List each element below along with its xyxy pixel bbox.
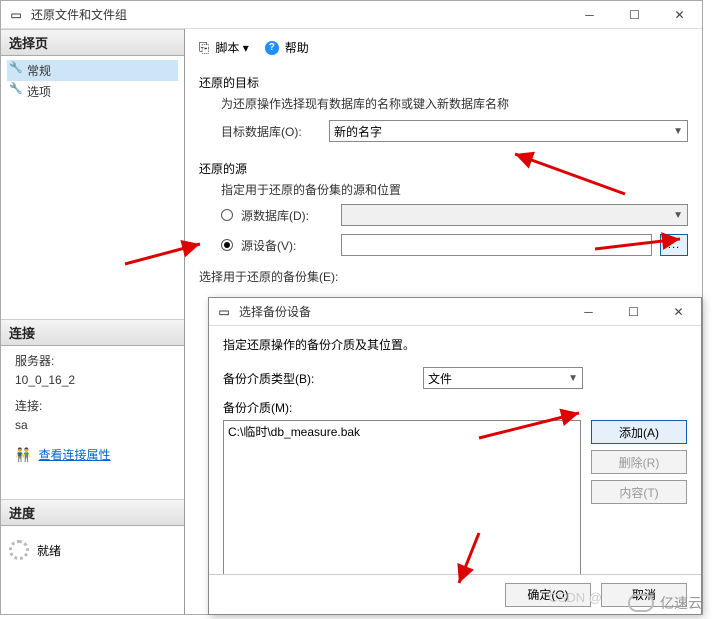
- content-button: 内容(T): [591, 480, 687, 504]
- dest-db-label: 目标数据库(O):: [221, 123, 321, 140]
- src-db-radio[interactable]: [221, 209, 233, 221]
- select-backup-device-dialog: ▭ 选择备份设备 ─ ☐ ✕ 指定还原操作的备份介质及其位置。 备份介质类型(B…: [208, 297, 702, 615]
- media-listbox[interactable]: C:\临时\db_measure.bak: [223, 420, 581, 574]
- close-button[interactable]: ✕: [657, 2, 702, 28]
- connection-value: sa: [7, 416, 178, 434]
- help-icon: ?: [265, 41, 279, 55]
- main-titlebar[interactable]: ▭ 还原文件和文件组 ─ ☐ ✕: [1, 1, 702, 29]
- brand-watermark: 亿速云: [628, 593, 702, 613]
- cloud-icon: [628, 594, 654, 612]
- view-connection-props-link[interactable]: 查看连接属性: [39, 448, 111, 462]
- dest-db-combo[interactable]: 新的名字 ▼: [329, 120, 688, 142]
- sub-titlebar[interactable]: ▭ 选择备份设备 ─ ☐ ✕: [209, 298, 701, 326]
- script-dropdown[interactable]: 脚本 ▾: [215, 39, 248, 56]
- src-section-sub: 指定用于还原的备份集的源和位置: [221, 181, 688, 198]
- sub-minimize-button[interactable]: ─: [566, 299, 611, 325]
- dest-section-title: 还原的目标: [199, 74, 688, 91]
- src-device-radio[interactable]: [221, 239, 233, 251]
- sidebar-item-general[interactable]: 🔧常规: [7, 60, 178, 81]
- minimize-button[interactable]: ─: [567, 2, 612, 28]
- sidebar: 选择页 🔧常规 🔧选项 连接 服务器: 10_0_16_2 连接: sa 👬 查…: [1, 29, 185, 614]
- list-item[interactable]: C:\临时\db_measure.bak: [228, 423, 576, 440]
- chevron-down-icon: ▼: [673, 126, 683, 137]
- progress-spinner-icon: [9, 540, 29, 560]
- help-link[interactable]: 帮助: [285, 39, 309, 56]
- maximize-button[interactable]: ☐: [612, 2, 657, 28]
- add-button[interactable]: 添加(A): [591, 420, 687, 444]
- media-label: 备份介质(M):: [223, 399, 687, 416]
- src-device-input[interactable]: [341, 234, 652, 256]
- sub-maximize-button[interactable]: ☐: [611, 299, 656, 325]
- progress-status: 就绪: [37, 542, 61, 559]
- chevron-down-icon: ▼: [673, 210, 683, 221]
- src-db-label: 源数据库(D):: [241, 207, 333, 224]
- select-backup-sets-label: 选择用于还原的备份集(E):: [199, 268, 688, 285]
- browse-device-button[interactable]: ...: [660, 234, 688, 256]
- server-label: 服务器:: [7, 350, 178, 371]
- sidebar-header-progress: 进度: [1, 499, 184, 526]
- sub-instruction: 指定还原操作的备份介质及其位置。: [223, 336, 687, 353]
- dest-section-sub: 为还原操作选择现有数据库的名称或键入新数据库名称: [221, 95, 688, 112]
- main-title: 还原文件和文件组: [31, 6, 567, 23]
- wrench-icon: 🔧: [9, 61, 23, 74]
- media-type-combo[interactable]: 文件 ▼: [423, 367, 583, 389]
- content-toolbar: ⎘ 脚本 ▾ ? 帮助: [199, 39, 688, 64]
- app-icon: ▭: [7, 9, 25, 21]
- src-section-title: 还原的源: [199, 160, 688, 177]
- server-value: 10_0_16_2: [7, 371, 178, 389]
- connection-props-icon: 👬: [15, 447, 31, 462]
- sidebar-header-connection: 连接: [1, 319, 184, 346]
- script-icon: ⎘: [199, 40, 209, 56]
- sidebar-header-select-page: 选择页: [1, 29, 184, 56]
- media-type-label: 备份介质类型(B):: [223, 370, 413, 387]
- connection-label: 连接:: [7, 395, 178, 416]
- csdn-watermark: CSDN @: [548, 590, 602, 605]
- sub-close-button[interactable]: ✕: [656, 299, 701, 325]
- wrench-icon: 🔧: [9, 82, 23, 95]
- src-db-combo: ▼: [341, 204, 688, 226]
- src-device-label: 源设备(V):: [241, 237, 333, 254]
- app-icon: ▭: [215, 306, 233, 318]
- remove-button: 删除(R): [591, 450, 687, 474]
- sidebar-item-options[interactable]: 🔧选项: [7, 81, 178, 102]
- chevron-down-icon: ▼: [568, 373, 578, 384]
- sub-title: 选择备份设备: [239, 303, 566, 320]
